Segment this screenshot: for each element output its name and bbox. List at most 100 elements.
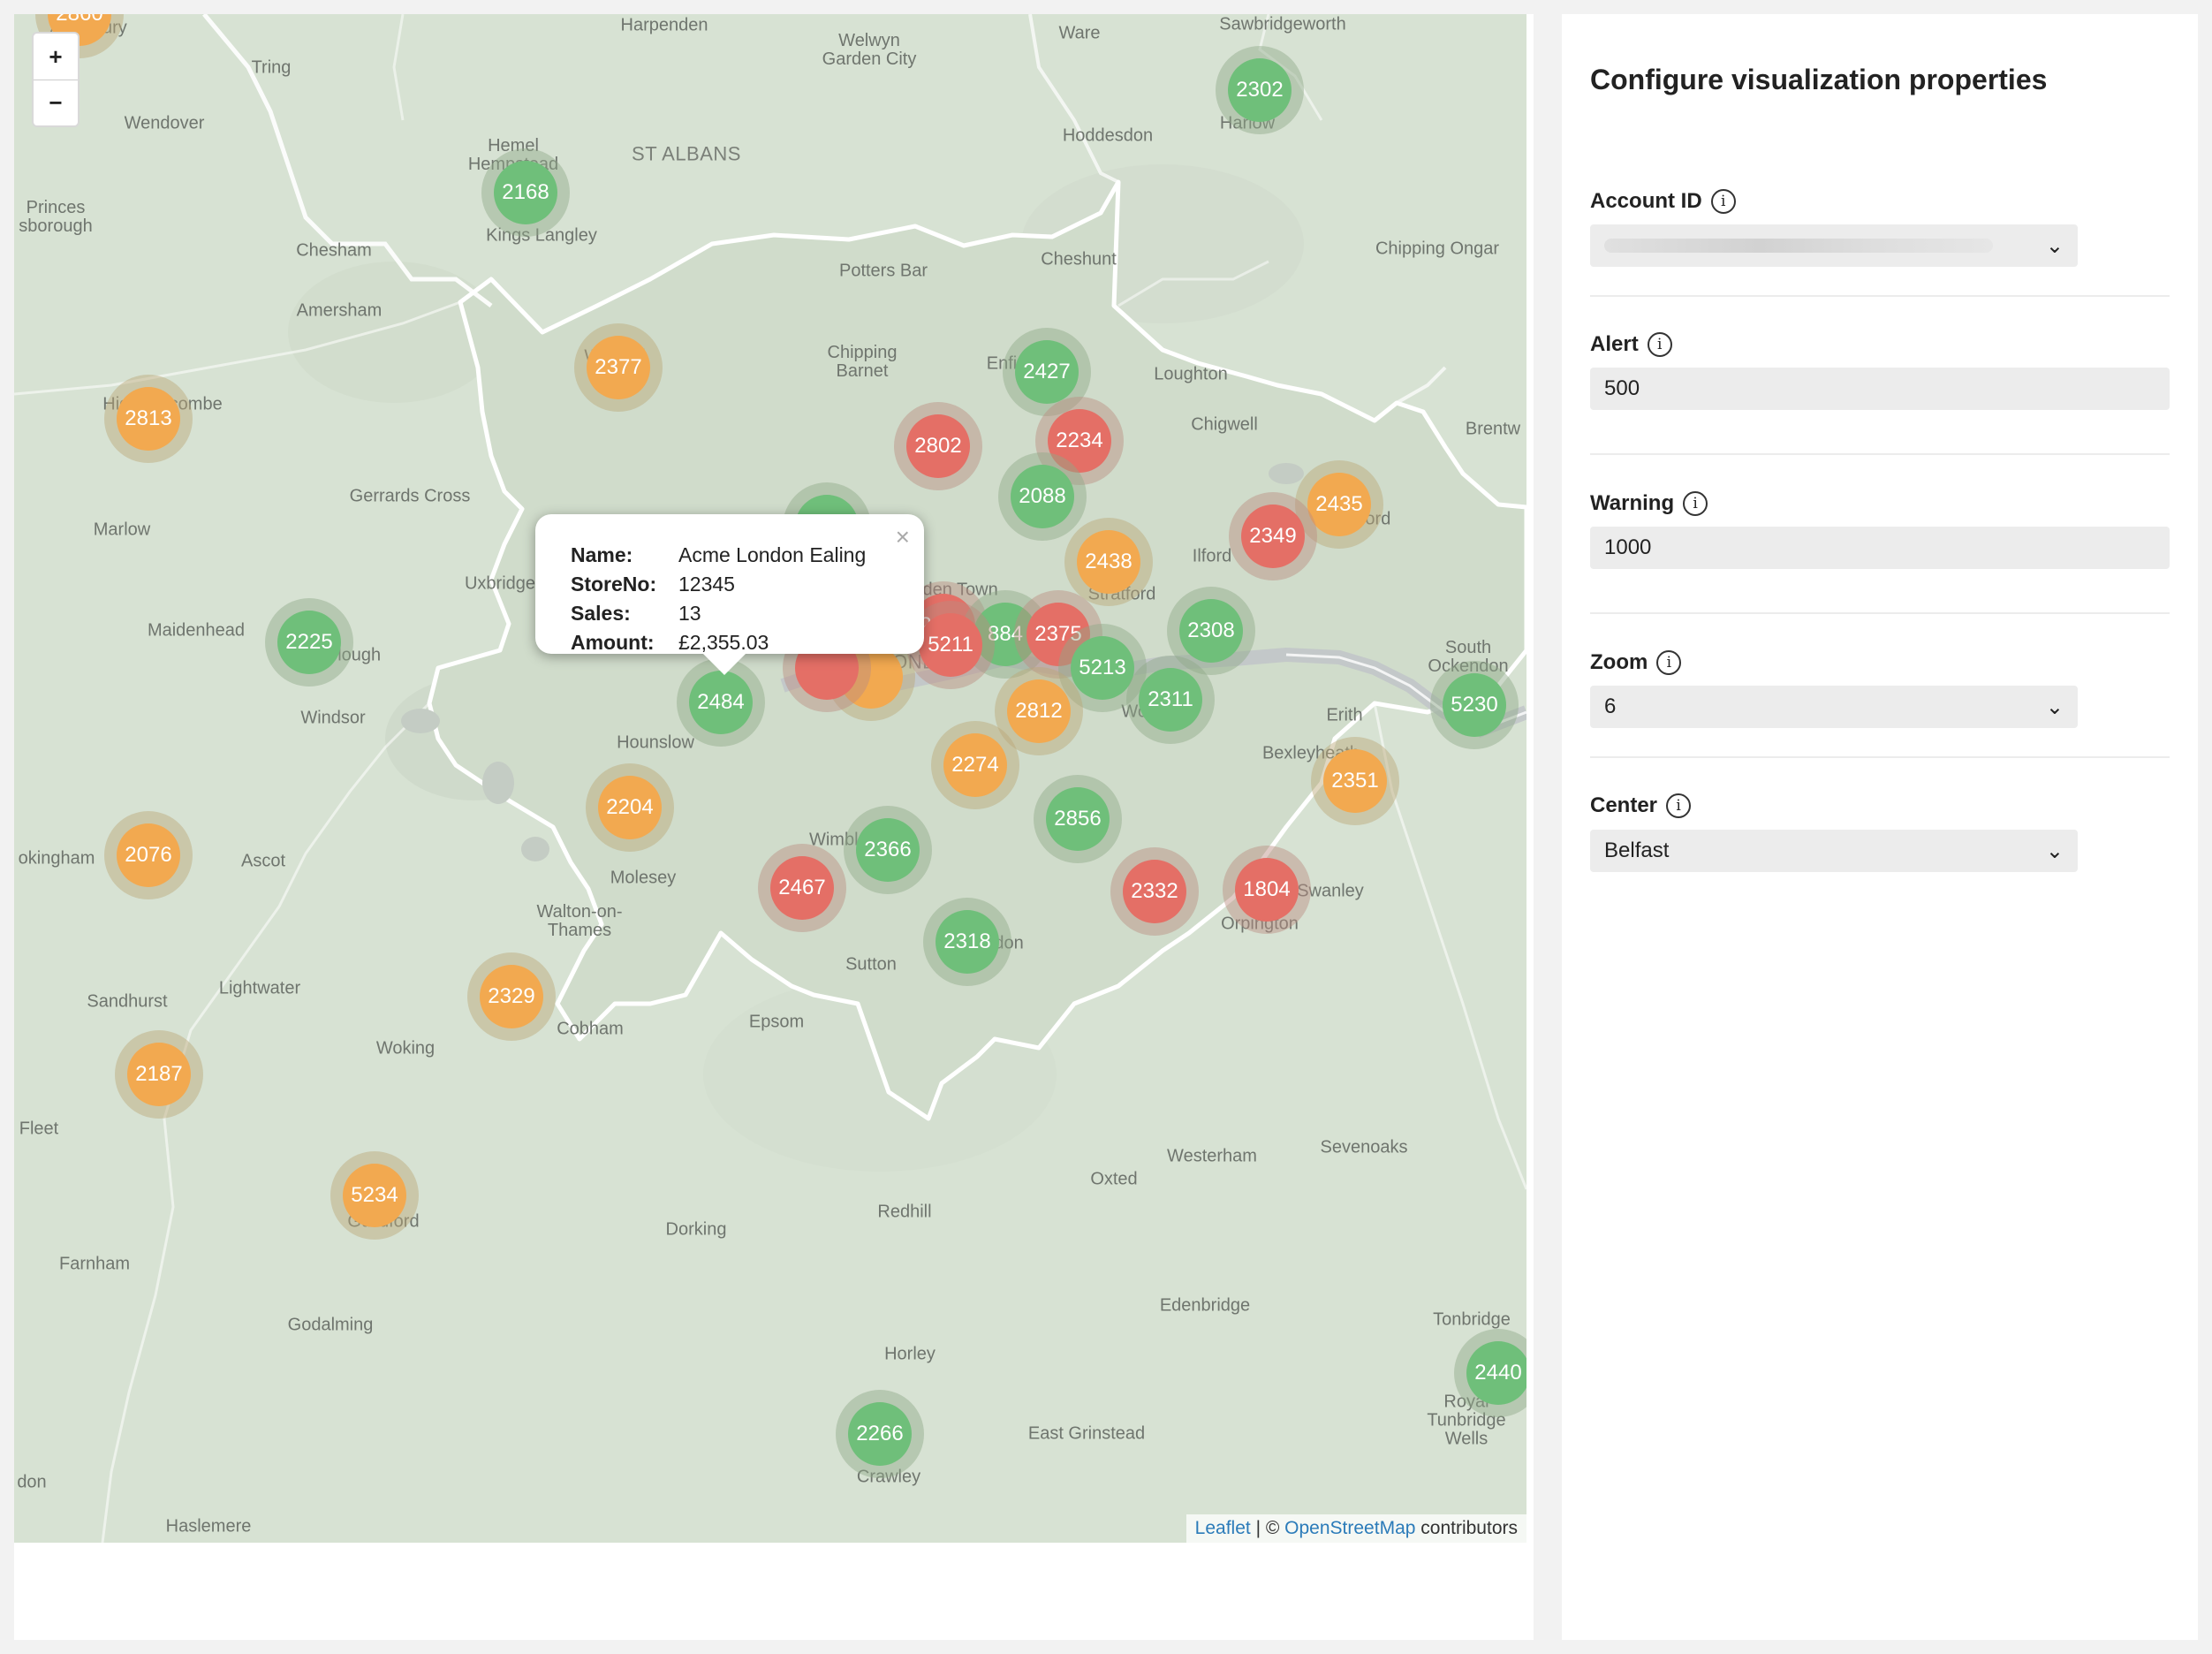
cluster-count: 2329 xyxy=(480,965,543,1028)
cluster-marker-green[interactable]: 2318 xyxy=(923,898,1011,986)
popup-close-button[interactable]: × xyxy=(896,523,910,551)
cluster-marker-orange[interactable]: 2813 xyxy=(104,375,193,463)
center-select[interactable]: Belfast ⌄ xyxy=(1590,830,2078,872)
popup-row-storeno: StoreNo: 12345 xyxy=(571,570,924,599)
store-popup: × Name: Acme London Ealing StoreNo: 1234… xyxy=(535,514,924,675)
cluster-count: 2088 xyxy=(1011,465,1074,528)
popup-row-name: Name: Acme London Ealing xyxy=(571,541,924,570)
cluster-marker-green[interactable]: 2266 xyxy=(836,1390,924,1478)
cluster-marker-green[interactable]: 2856 xyxy=(1034,775,1122,863)
map-base-layer xyxy=(14,14,1526,1543)
cluster-marker-orange[interactable]: 2329 xyxy=(467,952,556,1041)
alert-input[interactable]: 500 xyxy=(1590,368,2170,410)
zoom-select-value: 6 xyxy=(1604,694,1617,718)
cluster-marker-green[interactable]: 2088 xyxy=(998,452,1087,541)
info-icon[interactable]: i xyxy=(1683,491,1708,516)
info-icon[interactable]: i xyxy=(1710,189,1736,214)
cluster-count: 2484 xyxy=(689,671,753,734)
zoom-out-button[interactable]: − xyxy=(34,80,78,125)
cluster-marker-red[interactable]: 1804 xyxy=(1223,846,1311,934)
map-attribution: Leaflet | © OpenStreetMap contributors xyxy=(1186,1514,1526,1543)
cluster-marker-green[interactable]: 2311 xyxy=(1126,656,1215,744)
cluster-marker-orange[interactable]: 2377 xyxy=(574,323,663,412)
zoom-in-button[interactable]: + xyxy=(34,34,78,80)
cluster-count: 2274 xyxy=(943,733,1007,797)
cluster-count: 1804 xyxy=(1235,858,1299,922)
popup-value: 13 xyxy=(678,602,701,625)
divider xyxy=(1590,453,2170,455)
cluster-marker-green[interactable]: 2225 xyxy=(265,598,353,687)
warning-label-text: Warning xyxy=(1590,491,1675,515)
alert-label-text: Alert xyxy=(1590,332,1639,356)
cluster-marker-red[interactable]: 2802 xyxy=(894,402,982,490)
cluster-count: 2366 xyxy=(856,818,920,882)
chevron-down-icon: ⌄ xyxy=(2045,233,2064,258)
cluster-marker-orange[interactable]: 2351 xyxy=(1311,737,1399,825)
info-icon[interactable]: i xyxy=(1666,793,1692,818)
account-id-value-redacted xyxy=(1604,239,1993,253)
cluster-count: 2308 xyxy=(1179,599,1243,663)
cluster-count: 2856 xyxy=(1046,787,1110,851)
cluster-marker-orange[interactable]: 2076 xyxy=(104,811,193,899)
cluster-count: 2076 xyxy=(117,823,180,887)
map-card: Harpenden Welwyn Garden City Ware Sawbridge… xyxy=(14,14,1534,1640)
leaflet-link[interactable]: Leaflet xyxy=(1195,1518,1251,1538)
cluster-count: 2204 xyxy=(598,776,662,839)
popup-value: Acme London Ealing xyxy=(678,543,867,566)
info-icon[interactable]: i xyxy=(1656,650,1682,675)
cluster-marker-orange[interactable]: 2438 xyxy=(1064,518,1153,606)
account-id-select[interactable]: ⌄ xyxy=(1590,224,2078,267)
chevron-down-icon: ⌄ xyxy=(2045,838,2064,863)
cluster-count: 2377 xyxy=(587,336,650,399)
popup-key: Amount: xyxy=(571,631,655,654)
cluster-marker-orange[interactable]: 2274 xyxy=(931,721,1019,809)
cluster-count: 5230 xyxy=(1443,673,1506,737)
cluster-marker-red[interactable]: 2349 xyxy=(1229,492,1317,580)
popup-value: £2,355.03 xyxy=(678,631,769,654)
cluster-marker-green[interactable]: 2168 xyxy=(481,148,570,237)
cluster-count: 2440 xyxy=(1466,1341,1526,1405)
openstreetmap-link[interactable]: OpenStreetMap xyxy=(1284,1518,1415,1538)
popup-row-sales: Sales: 13 xyxy=(571,599,924,628)
cluster-marker-red[interactable]: 2467 xyxy=(758,844,846,932)
cluster-count: 2266 xyxy=(848,1402,912,1466)
warning-input[interactable]: 1000 xyxy=(1590,527,2170,569)
cluster-marker-green[interactable]: 2366 xyxy=(844,806,932,894)
cluster-count: 2802 xyxy=(906,414,970,478)
cluster-count: 2311 xyxy=(1139,668,1202,732)
cluster-count: 2225 xyxy=(277,611,341,674)
cluster-count: 2349 xyxy=(1241,505,1305,568)
zoom-label: Zoom i xyxy=(1590,650,1682,675)
cluster-marker-orange[interactable]: 2204 xyxy=(586,763,674,852)
app-root: Harpenden Welwyn Garden City Ware Sawbridge… xyxy=(0,0,2212,1654)
cluster-marker-green[interactable]: 2302 xyxy=(1216,46,1304,134)
account-id-label: Account ID i xyxy=(1590,189,1736,214)
cluster-marker-orange[interactable]: 2187 xyxy=(115,1030,203,1119)
cluster-count: 2438 xyxy=(1077,530,1140,594)
cluster-marker-orange[interactable]: 5234 xyxy=(330,1151,419,1240)
cluster-count: 2332 xyxy=(1123,860,1186,923)
cluster-count: 2351 xyxy=(1323,749,1387,813)
zoom-label-text: Zoom xyxy=(1590,650,1648,674)
attribution-separator: | © xyxy=(1250,1518,1285,1538)
cluster-count: 2187 xyxy=(127,1043,191,1106)
cluster-count: 2812 xyxy=(1007,679,1071,743)
cluster-marker-green[interactable]: 5230 xyxy=(1430,661,1519,749)
cluster-count: 2435 xyxy=(1307,473,1371,536)
divider xyxy=(1590,756,2170,758)
info-icon[interactable]: i xyxy=(1647,332,1672,357)
cluster-count: 5213 xyxy=(1071,636,1134,700)
map-view[interactable]: Harpenden Welwyn Garden City Ware Sawbridge… xyxy=(14,14,1526,1543)
attribution-suffix: contributors xyxy=(1415,1518,1518,1538)
cluster-count: 2302 xyxy=(1228,58,1292,122)
cluster-count: 2813 xyxy=(117,387,180,451)
cluster-count: 5211 xyxy=(919,613,982,677)
popup-value: 12345 xyxy=(678,573,735,596)
cluster-marker-red[interactable]: 2332 xyxy=(1110,847,1199,936)
config-panel: Configure visualization properties Accou… xyxy=(1562,14,2198,1640)
account-id-label-text: Account ID xyxy=(1590,189,1702,213)
popup-key: Name: xyxy=(571,543,633,566)
popup-key: StoreNo: xyxy=(571,573,657,596)
divider xyxy=(1590,295,2170,297)
zoom-select[interactable]: 6 ⌄ xyxy=(1590,686,2078,728)
